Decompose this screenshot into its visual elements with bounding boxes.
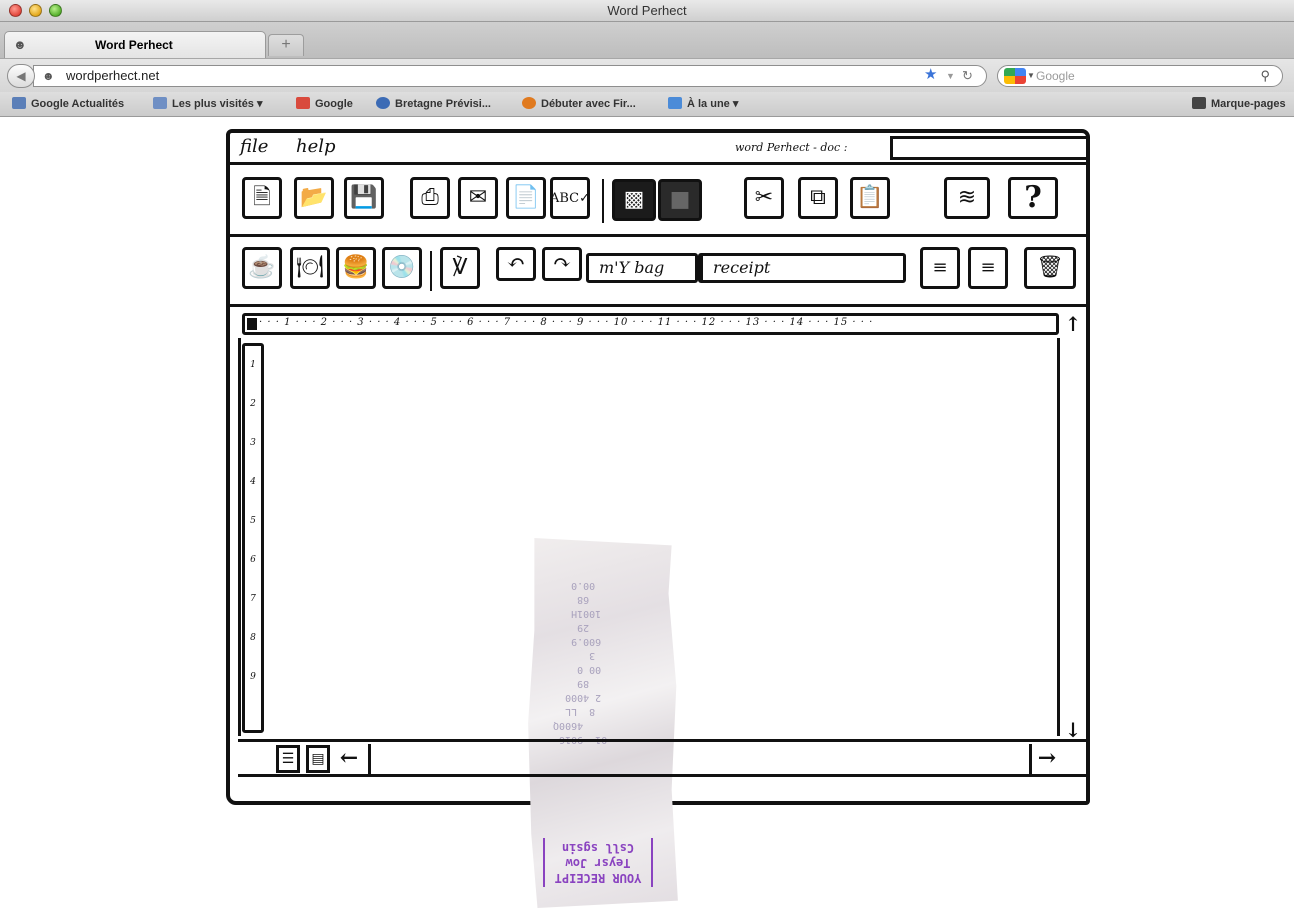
save-floppy-icon[interactable]: 💾 xyxy=(344,177,384,219)
horizontal-ruler[interactable]: · · · 1 · · · 2 · · · 3 · · · 4 · · · 5 … xyxy=(242,313,1059,335)
font-combo[interactable]: m'Y bag xyxy=(586,253,698,283)
tornado-icon[interactable]: ≋ xyxy=(944,177,990,219)
news-icon xyxy=(12,97,26,109)
vertical-ruler[interactable]: 1 2 3 4 5 6 7 8 9 xyxy=(242,343,264,733)
minimize-window-button[interactable] xyxy=(29,4,42,17)
search-placeholder: Google xyxy=(1036,69,1075,83)
receipt-image: 01 9016 4600Q 8 LL 2 4000 89 00 0 3 600.… xyxy=(528,538,678,908)
vertical-scrollbar[interactable]: ↑ ↓ xyxy=(1060,313,1086,743)
site-favicon-icon: ☻ xyxy=(13,37,27,52)
search-icon[interactable]: ⚲ xyxy=(1260,66,1270,86)
bookmark-marque-pages[interactable]: Marque-pages xyxy=(1192,92,1286,116)
page-view-icon[interactable]: ▤ xyxy=(306,745,330,773)
document-name-field[interactable] xyxy=(890,136,1086,160)
fill-icon[interactable]: ■ xyxy=(658,179,702,221)
format-toolbar: ☕ 🍽 🍔 💿 ℣ ↶ ↷ m'Y bag receipt ≡ ≡ 🗑 xyxy=(230,237,1086,307)
weather-icon xyxy=(376,97,390,109)
bookmarks-toolbar: Google Actualités Les plus visités ▾ Goo… xyxy=(0,92,1294,117)
paste-icon[interactable]: 📋 xyxy=(850,177,890,219)
horizontal-scroll-track[interactable] xyxy=(368,744,1032,774)
tab-label: Word Perhect xyxy=(95,38,173,52)
bookmark-google-actualites[interactable]: Google Actualités xyxy=(12,92,124,116)
open-folder-icon[interactable]: 📂 xyxy=(294,177,334,219)
bookmark-bretagne[interactable]: Bretagne Prévisi... xyxy=(376,92,491,116)
normal-view-icon[interactable]: ☰ xyxy=(276,745,300,773)
cut-icon[interactable]: ✂ xyxy=(744,177,784,219)
toolbar-separator xyxy=(430,251,432,291)
plate-icon[interactable]: 🍽 xyxy=(290,247,330,289)
main-toolbar: 🗎 📂 💾 ⎙ ✉ 📄 ABC✓ ▩ ■ ✂ ⧉ 📋 ≋ ? xyxy=(230,165,1086,237)
url-text[interactable]: wordperhect.net xyxy=(66,66,159,86)
align-right-icon[interactable]: ≡ xyxy=(920,247,960,289)
copy-icon[interactable]: ⧉ xyxy=(798,177,838,219)
document-area[interactable]: 01 9016 4600Q 8 LL 2 4000 89 00 0 3 600.… xyxy=(238,338,1060,908)
maximize-window-button[interactable] xyxy=(49,4,62,17)
receipt-stamp: YOUR RECEIPT Teysr Jow Csll sgsin xyxy=(543,838,653,887)
coffee-mug-icon[interactable]: ☕ xyxy=(242,247,282,289)
horizontal-scrollbar[interactable]: ☰ ▤ ← → xyxy=(238,739,1086,777)
vruler-mark: 4 xyxy=(250,477,256,487)
align-justify-icon[interactable]: ≡ xyxy=(968,247,1008,289)
scroll-left-arrow-icon[interactable]: ← xyxy=(336,746,362,772)
vruler-mark: 2 xyxy=(250,399,256,409)
bookmark-les-plus-visites[interactable]: Les plus visités ▾ xyxy=(153,92,263,116)
vruler-mark: 3 xyxy=(250,438,256,448)
word-perhect-window: file help word Perhect - doc : 🗎 📂 💾 ⎙ ✉… xyxy=(226,129,1090,908)
mail-icon[interactable]: ✉ xyxy=(458,177,498,219)
app-menubar: file help word Perhect - doc : xyxy=(230,133,1086,165)
disc-icon[interactable]: 💿 xyxy=(382,247,422,289)
vruler-mark: 5 xyxy=(250,516,256,526)
navigation-bar: ☻ wordperhect.net ★ ▼ ↻ ◀ ▼ Google ⚲ xyxy=(0,58,1294,92)
vruler-mark: 8 xyxy=(250,633,256,643)
folder-icon xyxy=(153,97,167,109)
preview-icon[interactable]: 📄 xyxy=(506,177,546,219)
close-window-button[interactable] xyxy=(9,4,22,17)
toolbar-separator xyxy=(602,179,604,223)
sleep-icon[interactable]: ℣ xyxy=(440,247,480,289)
new-document-icon[interactable]: 🗎 xyxy=(242,177,282,219)
scroll-right-arrow-icon[interactable]: → xyxy=(1034,746,1060,772)
address-bar[interactable]: ☻ wordperhect.net ★ ▼ ↻ xyxy=(33,65,987,87)
bookmark-google[interactable]: Google xyxy=(296,92,353,116)
menu-help[interactable]: help xyxy=(296,136,336,157)
engine-dropdown-icon[interactable]: ▼ xyxy=(1027,66,1035,86)
undo-icon[interactable]: ↶ xyxy=(496,247,536,281)
search-bar[interactable]: ▼ Google ⚲ xyxy=(997,65,1283,87)
search-engine-icon[interactable] xyxy=(1004,68,1026,84)
window-title: Word Perhect xyxy=(607,3,687,18)
menu-file[interactable]: file xyxy=(240,136,268,157)
vruler-mark: 6 xyxy=(250,555,256,565)
google-icon xyxy=(296,97,310,109)
bookmark-a-la-une[interactable]: À la une ▾ xyxy=(668,92,738,116)
help-icon[interactable]: ? xyxy=(1008,177,1058,219)
bookmarks-menu-icon xyxy=(1192,97,1206,109)
window-titlebar: Word Perhect xyxy=(0,0,1294,22)
ruler-marker[interactable] xyxy=(247,318,257,330)
scroll-up-arrow-icon[interactable]: ↑ xyxy=(1062,313,1084,337)
hamburger-icon[interactable]: 🍔 xyxy=(336,247,376,289)
receipt-text: 01 9016 4600Q 8 LL 2 4000 89 00 0 3 600.… xyxy=(553,580,608,745)
spellcheck-icon[interactable]: ABC✓ xyxy=(550,177,590,219)
redo-icon[interactable]: ↷ xyxy=(542,247,582,281)
vruler-mark: 1 xyxy=(250,360,256,370)
new-tab-button[interactable]: + xyxy=(268,34,304,56)
style-combo[interactable]: receipt xyxy=(698,253,906,283)
print-icon[interactable]: ⎙ xyxy=(410,177,450,219)
document-name-label: word Perhect - doc : xyxy=(735,141,848,154)
history-dropdown-icon[interactable]: ▼ xyxy=(946,66,955,86)
reload-icon[interactable]: ↻ xyxy=(962,66,973,86)
vruler-mark: 9 xyxy=(250,672,256,682)
rss-icon xyxy=(668,97,682,109)
bookmark-star-icon[interactable]: ★ xyxy=(924,65,937,85)
ruler-ticks: · · · 1 · · · 2 · · · 3 · · · 4 · · · 5 … xyxy=(259,317,874,328)
browser-tab[interactable]: ☻ Word Perhect xyxy=(4,31,266,58)
firefox-icon xyxy=(522,97,536,109)
bookmark-debuter-firefox[interactable]: Débuter avec Fir... xyxy=(522,92,636,116)
trash-icon[interactable]: 🗑 xyxy=(1024,247,1076,289)
vruler-mark: 7 xyxy=(250,594,256,604)
tab-strip: ☻ Word Perhect + xyxy=(0,22,1294,58)
site-identity-icon[interactable]: ☻ xyxy=(42,66,55,86)
back-button[interactable]: ◀ xyxy=(7,64,35,88)
paint-icon[interactable]: ▩ xyxy=(612,179,656,221)
